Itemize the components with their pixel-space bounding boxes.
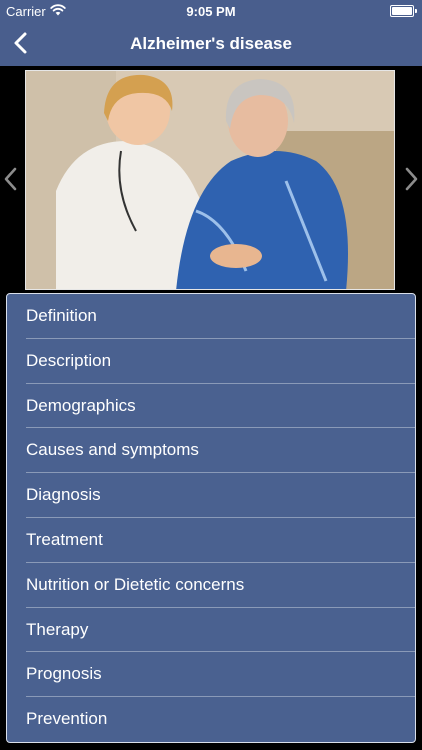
list-item-label: Diagnosis — [26, 485, 101, 505]
list-item-label: Prognosis — [26, 664, 102, 684]
chevron-right-icon — [405, 167, 418, 191]
list-item-label: Prevention — [26, 709, 108, 729]
list-item-label: Causes and symptoms — [26, 440, 199, 460]
list-item-definition[interactable]: Definition — [7, 294, 415, 339]
list-item-causes-and-symptoms[interactable]: Causes and symptoms — [7, 428, 415, 473]
list-item-demographics[interactable]: Demographics — [7, 384, 415, 429]
chevron-left-icon — [14, 32, 27, 54]
battery-icon — [390, 5, 417, 17]
list-item-label: Definition — [26, 306, 97, 325]
chevron-left-icon — [4, 167, 17, 191]
page-title: Alzheimer's disease — [130, 34, 292, 53]
list-item-label: Description — [26, 350, 112, 370]
list-item-label: Treatment — [26, 529, 103, 549]
clock: 9:05 PM — [186, 4, 236, 19]
list-item-prevention[interactable]: Prevention — [7, 697, 415, 742]
list-item-treatment[interactable]: Treatment — [7, 518, 415, 563]
list-item-label: Therapy — [26, 619, 89, 639]
list-item-therapy[interactable]: Therapy — [7, 608, 415, 653]
disease-photo — [25, 70, 395, 290]
next-image-button[interactable] — [398, 164, 422, 196]
list-item-description[interactable]: Description — [7, 339, 415, 384]
status-bar: Carrier 9:05 PM — [0, 0, 422, 22]
image-gallery — [0, 66, 422, 296]
navigation-bar: Alzheimer's disease — [0, 22, 422, 66]
previous-image-button[interactable] — [0, 164, 24, 196]
list-item-nutrition[interactable]: Nutrition or Dietetic concerns — [7, 563, 415, 608]
list-item-diagnosis[interactable]: Diagnosis — [7, 473, 415, 518]
list-item-label: Nutrition or Dietetic concerns — [26, 574, 245, 594]
list-item-label: Demographics — [26, 395, 136, 415]
topic-list: Definition Description Demographics Caus… — [6, 293, 416, 743]
list-item-prognosis[interactable]: Prognosis — [7, 652, 415, 697]
back-button[interactable] — [6, 28, 38, 60]
